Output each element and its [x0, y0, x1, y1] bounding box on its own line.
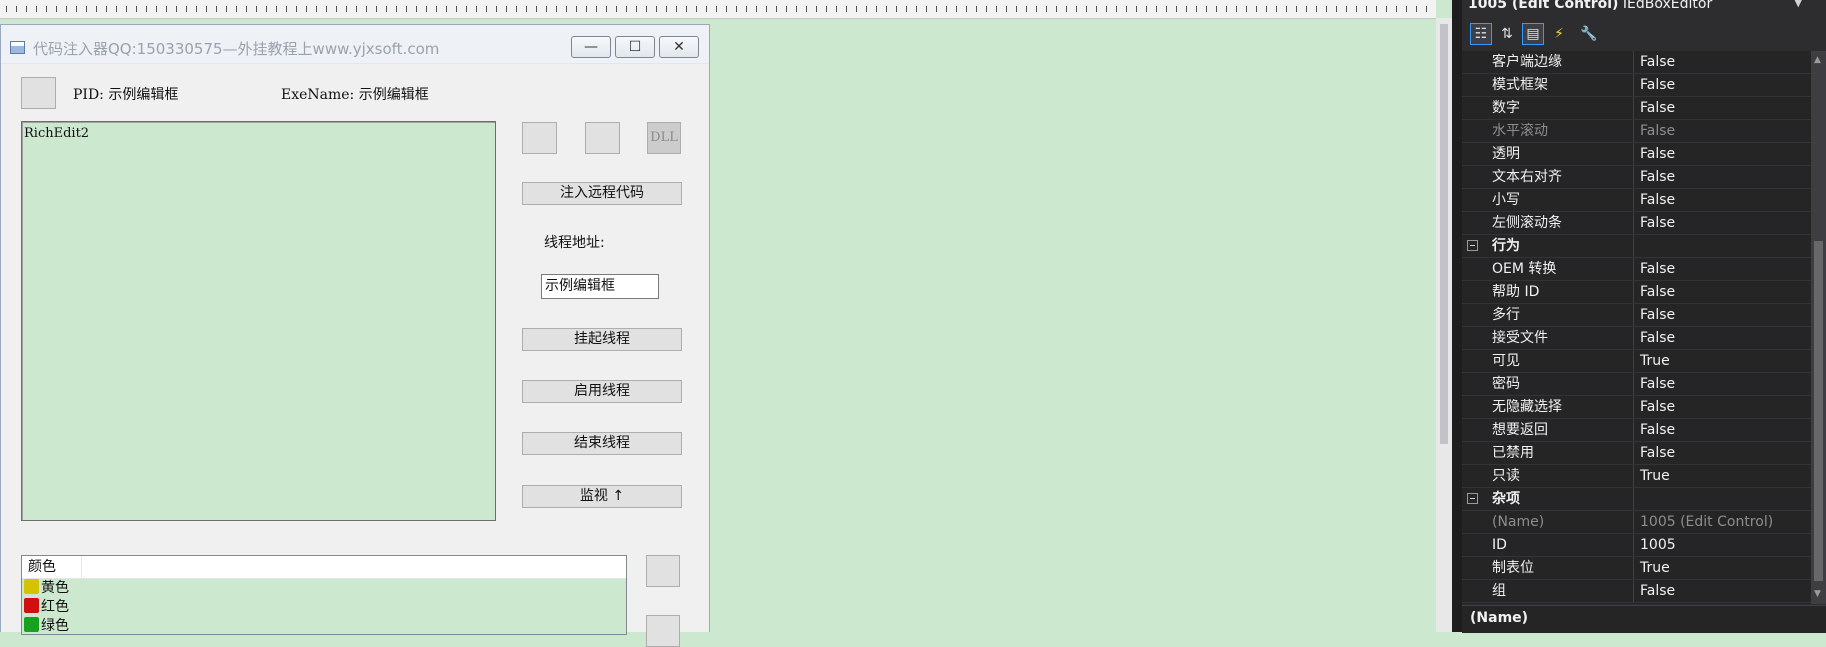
color-list-view[interactable]: 颜色 黄色 红色 绿色	[21, 555, 627, 635]
description-title: (Name)	[1470, 610, 1529, 626]
property-row[interactable]: 水平滚动 False	[1462, 120, 1811, 143]
pid-label: PID: 示例编辑框	[73, 87, 179, 103]
scroll-down-icon[interactable]: ▼	[1814, 589, 1821, 599]
property-row[interactable]: (Name) 1005 (Edit Control)	[1462, 511, 1811, 534]
minimize-icon: —	[584, 39, 598, 55]
property-row[interactable]: 无隐藏选择 False	[1462, 396, 1811, 419]
property-row[interactable]: 数字 False	[1462, 97, 1811, 120]
richedit-text: RichEdit2	[24, 126, 90, 141]
property-row[interactable]: 透明 False	[1462, 143, 1811, 166]
maximize-button[interactable]: ☐	[615, 36, 655, 58]
property-row[interactable]: 客户端边缘 False	[1462, 51, 1811, 74]
suspend-thread-button[interactable]: 挂起线程	[522, 328, 682, 351]
property-grid[interactable]: 客户端边缘 False 模式框架 False 数字 False 水平滚动 False 透…	[1462, 51, 1811, 604]
events-icon[interactable]: ⚡	[1548, 23, 1570, 45]
horizontal-ruler	[0, 0, 1436, 19]
tool-button-1[interactable]	[522, 122, 557, 154]
property-row[interactable]: 制表位 True	[1462, 557, 1811, 580]
property-row[interactable]: 小写 False	[1462, 189, 1811, 212]
list-item[interactable]: 红色	[24, 598, 69, 616]
collapse-icon[interactable]	[1467, 240, 1478, 251]
property-pages-icon[interactable]: 🔧	[1578, 23, 1600, 45]
list-item[interactable]: 绿色	[24, 617, 69, 634]
property-row[interactable]: 已禁用 False	[1462, 442, 1811, 465]
list-header: 颜色	[22, 556, 626, 579]
panel-border	[1452, 0, 1462, 632]
monitor-button[interactable]: 监视 ↑	[522, 485, 682, 508]
richedit-box[interactable]: RichEdit2	[21, 121, 496, 521]
alphabetical-icon[interactable]: ⇅	[1496, 23, 1518, 45]
properties-panel: 1005 (Edit Control) IEdBoxEditor ▼ ☷ ⇅ ▤…	[1452, 0, 1826, 633]
side-button-2[interactable]	[646, 615, 680, 647]
property-row[interactable]: ID 1005	[1462, 534, 1811, 557]
tool-button-2[interactable]	[585, 122, 620, 154]
column-header-color[interactable]: 颜色	[22, 556, 82, 578]
property-row[interactable]: 接受文件 False	[1462, 327, 1811, 350]
property-row[interactable]: 组 False	[1462, 580, 1811, 603]
green-clover-icon	[24, 617, 39, 632]
dll-button[interactable]: DLL	[647, 122, 681, 154]
property-row[interactable]: 帮助 ID False	[1462, 281, 1811, 304]
property-row[interactable]: 多行 False	[1462, 304, 1811, 327]
scroll-up-icon[interactable]: ▲	[1814, 55, 1821, 65]
title-bar[interactable]: 代码注入器QQ:150330575—外挂教程上www.yjxsoft.com —…	[1, 25, 709, 64]
window-title: 代码注入器QQ:150330575—外挂教程上www.yjxsoft.com	[33, 40, 440, 58]
property-grid-scrollbar[interactable]: ▲ ▼	[1811, 51, 1826, 604]
category-behavior[interactable]: 行为	[1462, 235, 1811, 258]
injector-dialog: 代码注入器QQ:150330575—外挂教程上www.yjxsoft.com —…	[0, 24, 710, 647]
close-icon: ✕	[673, 39, 685, 55]
resume-thread-button[interactable]: 启用线程	[522, 380, 682, 403]
object-selector[interactable]: 1005 (Edit Control) IEdBoxEditor	[1468, 0, 1826, 16]
close-button[interactable]: ✕	[659, 36, 699, 58]
thread-address-label: 线程地址:	[544, 235, 605, 251]
list-item[interactable]: 黄色	[24, 579, 69, 597]
exename-label: ExeName: 示例编辑框	[281, 87, 429, 103]
property-row[interactable]: 想要返回 False	[1462, 419, 1811, 442]
end-thread-button[interactable]: 结束线程	[522, 432, 682, 455]
collapse-icon[interactable]	[1467, 493, 1478, 504]
description-pane: (Name)	[1462, 605, 1826, 633]
yellow-clover-icon	[24, 579, 39, 594]
chevron-down-icon[interactable]: ▼	[1794, 0, 1802, 9]
designer-scroll-thumb[interactable]	[1440, 24, 1448, 444]
property-grid-scroll-thumb[interactable]	[1814, 241, 1823, 581]
category-misc[interactable]: 杂项	[1462, 488, 1811, 511]
maximize-icon: ☐	[628, 39, 642, 55]
side-button-1[interactable]	[646, 555, 680, 587]
property-row[interactable]: 可见 True	[1462, 350, 1811, 373]
categorized-icon[interactable]: ☷	[1470, 23, 1492, 45]
property-row[interactable]: OEM 转换 False	[1462, 258, 1811, 281]
property-row[interactable]: 只读 True	[1462, 465, 1811, 488]
app-window-icon	[10, 41, 25, 54]
property-row[interactable]: 文本右对齐 False	[1462, 166, 1811, 189]
thread-address-input[interactable]: 示例编辑框	[541, 274, 659, 299]
property-row[interactable]: 密码 False	[1462, 373, 1811, 396]
inject-code-button[interactable]: 注入远程代码	[522, 182, 682, 205]
property-row[interactable]: 左侧滚动条 False	[1462, 212, 1811, 235]
minimize-button[interactable]: —	[571, 36, 611, 58]
property-row[interactable]: 模式框架 False	[1462, 74, 1811, 97]
red-clover-icon	[24, 598, 39, 613]
pid-picker-button[interactable]	[21, 77, 56, 109]
properties-icon[interactable]: ▤	[1522, 23, 1544, 45]
